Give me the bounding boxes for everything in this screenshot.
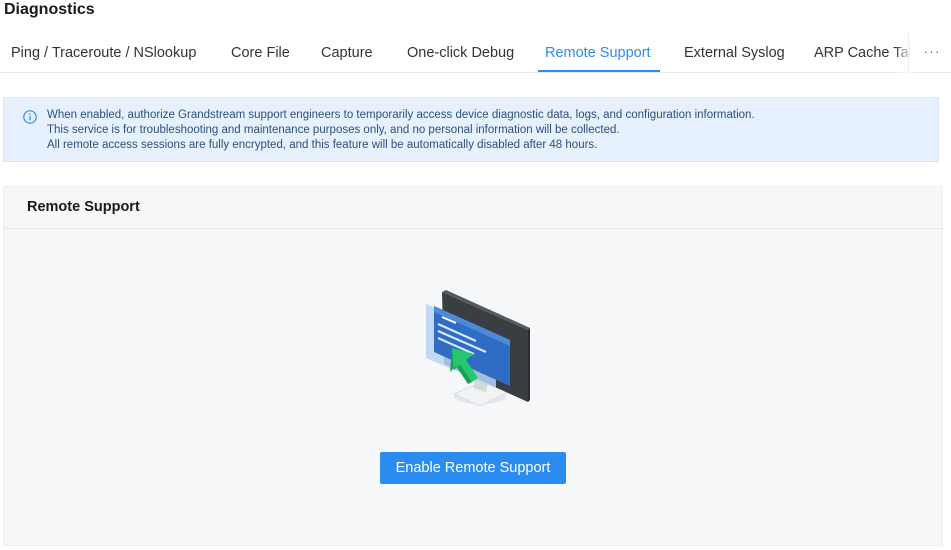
more-tabs-button[interactable]: ··· xyxy=(918,33,946,73)
enable-remote-support-button[interactable]: Enable Remote Support xyxy=(380,452,566,484)
panel-header: Remote Support xyxy=(4,187,942,229)
tab-bar: Ping / Traceroute / NSlookup Core File C… xyxy=(0,33,951,73)
tab-capture[interactable]: Capture xyxy=(321,33,373,73)
notice-line: All remote access sessions are fully enc… xyxy=(47,139,598,151)
tab-remote-support[interactable]: Remote Support xyxy=(545,33,651,73)
notice-text: When enabled, authorize Grandstream supp… xyxy=(47,108,755,153)
notice-line: This service is for troubleshooting and … xyxy=(47,124,620,136)
page-title: Diagnostics xyxy=(4,1,95,18)
tab-divider xyxy=(908,33,909,73)
tab-fade xyxy=(895,33,913,73)
tab-one-click-debug[interactable]: One-click Debug xyxy=(407,33,514,73)
info-notice: When enabled, authorize Grandstream supp… xyxy=(3,97,939,162)
tab-core-file[interactable]: Core File xyxy=(231,33,290,73)
info-circle-icon xyxy=(23,110,37,124)
active-tab-indicator xyxy=(538,70,660,72)
panel-title: Remote Support xyxy=(27,199,140,215)
notice-line: When enabled, authorize Grandstream supp… xyxy=(47,109,755,121)
tab-ping-traceroute-nslookup[interactable]: Ping / Traceroute / NSlookup xyxy=(11,33,196,73)
remote-monitor-icon xyxy=(426,290,530,407)
tab-external-syslog[interactable]: External Syslog xyxy=(684,33,785,73)
